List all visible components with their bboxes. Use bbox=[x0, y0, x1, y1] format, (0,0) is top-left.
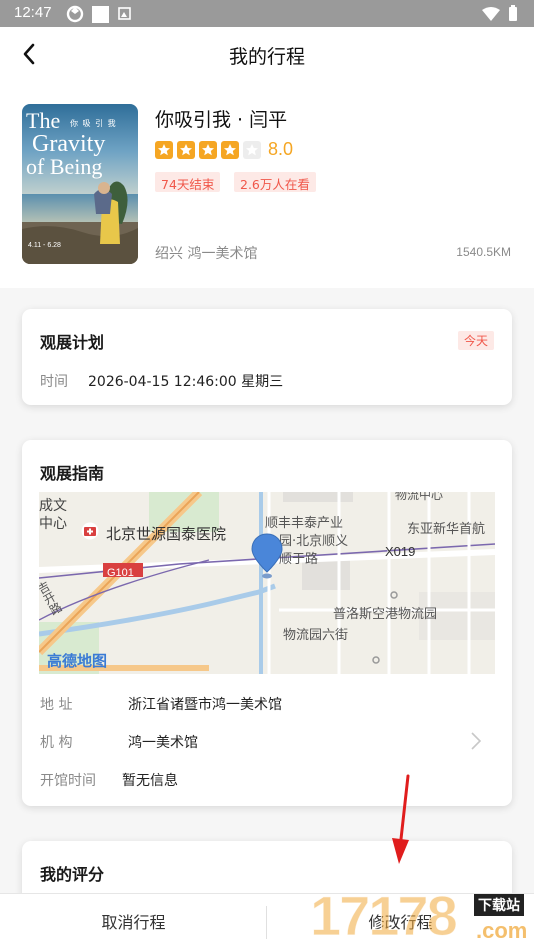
guide-title: 观展指南 bbox=[40, 464, 105, 483]
visit-time: 2026-04-15 12:46:00 星期三 bbox=[88, 374, 284, 390]
distance: 1540.5KM bbox=[456, 245, 511, 259]
visit-guide-card: 观展指南 北京世源国泰医院 成文 中心 物流中心 顺丰丰泰产业 园·北京顺义 顺… bbox=[22, 440, 512, 806]
address-value: 浙江省诸暨市鸿一美术馆 bbox=[128, 697, 282, 713]
location-pin-icon bbox=[251, 533, 283, 579]
map-label-shunfeng-1: 顺丰丰泰产业 bbox=[265, 516, 344, 531]
battery-icon bbox=[509, 5, 517, 21]
sync-icon bbox=[66, 5, 84, 23]
map-label-wuliu: 物流园六街 bbox=[283, 628, 349, 643]
poster-title-gravity: Gravity bbox=[32, 131, 106, 157]
hours-label: 开馆时间 bbox=[40, 773, 96, 789]
wifi-icon bbox=[482, 7, 500, 21]
org-label: 机 构 bbox=[40, 735, 73, 751]
map-label-dongya: 东亚新华首航 bbox=[407, 522, 486, 537]
time-label: 时间 bbox=[40, 374, 68, 390]
exhibition-title: 你吸引我 · 闫平 bbox=[155, 109, 288, 131]
image-icon bbox=[118, 7, 131, 20]
map-label-top-right: 物流中心 bbox=[395, 492, 444, 502]
exhibition-location: 绍兴 鸿一美术馆 bbox=[155, 246, 258, 262]
page-title: 我的行程 bbox=[228, 46, 305, 68]
hospital-icon bbox=[81, 522, 99, 540]
map-label-puluo: 普洛斯空港物流园 bbox=[333, 607, 438, 622]
visit-plan-card: 观展计划 今天 时间 2026-04-15 12:46:00 星期三 bbox=[22, 309, 512, 405]
star-icon bbox=[221, 141, 239, 159]
star-icon bbox=[199, 141, 217, 159]
map-label-road: 顺于路 bbox=[279, 552, 319, 567]
map-label-x019: X019 bbox=[385, 544, 416, 559]
star-icon bbox=[177, 141, 195, 159]
org-value[interactable]: 鸿一美术馆 bbox=[128, 732, 198, 752]
map-label-g101: G101 bbox=[107, 567, 134, 579]
amap-logo: 高德地图 bbox=[47, 652, 108, 670]
star-icon bbox=[155, 141, 173, 159]
map-label-shunfeng-2: 园·北京顺义 bbox=[279, 534, 349, 549]
poster-title-of-being: of Being bbox=[26, 154, 103, 179]
viewers-tag: 2.6万人在看 bbox=[234, 172, 316, 192]
map-label-hospital: 北京世源国泰医院 bbox=[106, 525, 227, 543]
nav-bar: 我的行程 bbox=[0, 27, 534, 83]
square-icon bbox=[92, 6, 109, 23]
poster-title-the: The bbox=[26, 108, 61, 133]
poster-chinese-title: 你 吸 引 我 bbox=[70, 119, 117, 128]
location-map[interactable]: 北京世源国泰医院 成文 中心 物流中心 顺丰丰泰产业 园·北京顺义 顺于路 X01… bbox=[39, 492, 495, 674]
poster-dates: 4.11 - 6.28 bbox=[28, 242, 61, 249]
star-rating-icon bbox=[155, 141, 261, 159]
cancel-trip-button[interactable]: 取消行程 bbox=[0, 894, 267, 950]
exhibition-header[interactable]: The 你 吸 引 我 Gravity of Being 4.11 - 6.28… bbox=[0, 83, 534, 288]
days-left-tag: 74天结束 bbox=[155, 172, 221, 192]
plan-title: 观展计划 bbox=[40, 333, 105, 352]
bottom-action-bar: 取消行程 修改行程 bbox=[0, 893, 534, 950]
modify-trip-button[interactable]: 修改行程 bbox=[267, 894, 534, 950]
rating-score: 8.0 bbox=[268, 139, 294, 159]
status-time: 12:47 bbox=[14, 4, 52, 21]
today-badge: 今天 bbox=[457, 331, 494, 350]
address-label: 地 址 bbox=[40, 697, 73, 713]
exhibition-poster[interactable]: The 你 吸 引 我 Gravity of Being 4.11 - 6.28 bbox=[22, 104, 138, 264]
map-label-left-top: 成文 中心 bbox=[39, 498, 67, 532]
status-bar: 12:47 bbox=[0, 0, 534, 27]
review-title: 我的评分 bbox=[40, 865, 105, 884]
chevron-right-icon[interactable] bbox=[470, 731, 482, 751]
star-empty-icon bbox=[243, 141, 261, 159]
hours-value: 暂无信息 bbox=[122, 773, 178, 789]
